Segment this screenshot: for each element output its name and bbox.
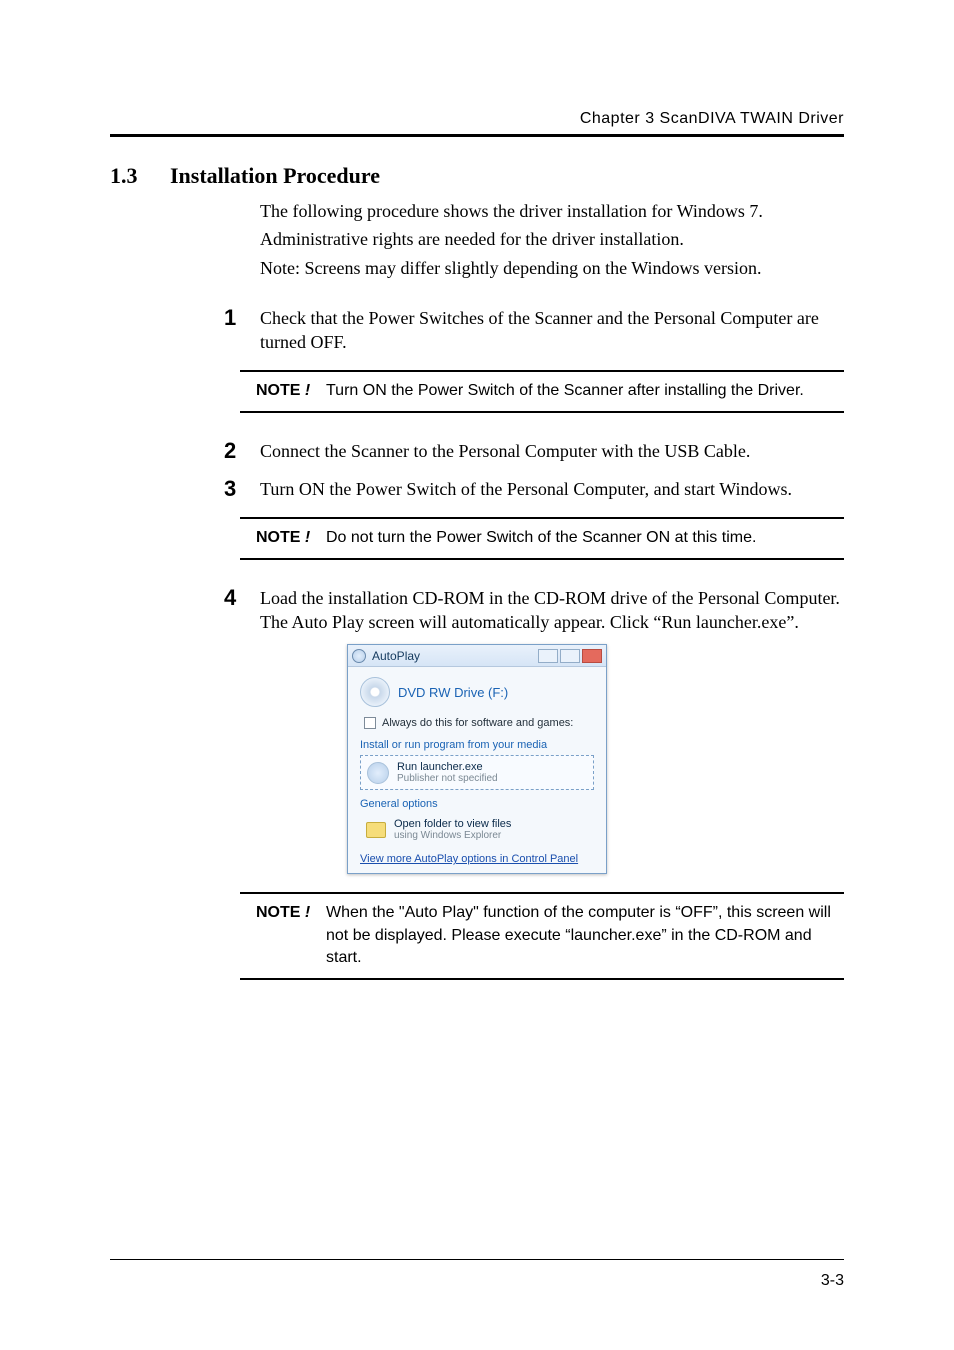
header-rule <box>110 134 844 137</box>
autoplay-open-title: Open folder to view files <box>394 818 511 830</box>
note-line: NOTE ! When the "Auto Play" function of … <box>240 894 844 977</box>
intro-block: The following procedure shows the driver… <box>260 199 844 280</box>
step-text: Load the installation CD-ROM in the CD-R… <box>260 586 844 635</box>
note-line: NOTE ! Turn ON the Power Switch of the S… <box>240 372 844 410</box>
autoplay-run-launcher[interactable]: Run launcher.exe Publisher not specified <box>360 755 594 790</box>
step-row: 1 Check that the Power Switches of the S… <box>224 306 844 355</box>
autoplay-always-row: Always do this for software and games: <box>364 717 594 729</box>
autoplay-run-labels: Run launcher.exe Publisher not specified <box>397 761 498 784</box>
autoplay-open-labels: Open folder to view files using Windows … <box>394 818 511 841</box>
step-row: 4 Load the installation CD-ROM in the CD… <box>224 586 844 635</box>
note-box: NOTE ! When the "Auto Play" function of … <box>240 892 844 979</box>
autoplay-more-link[interactable]: View more AutoPlay options in Control Pa… <box>360 853 578 865</box>
note-rule <box>240 558 844 560</box>
note-rule <box>240 411 844 413</box>
autoplay-window: AutoPlay DVD RW Drive (F:) Always do thi… <box>347 644 607 874</box>
section-heading: 1.3 Installation Procedure <box>110 163 844 189</box>
note-box: NOTE ! Do not turn the Power Switch of t… <box>240 517 844 559</box>
intro-line: The following procedure shows the driver… <box>260 199 844 223</box>
step-row: 3 Turn ON the Power Switch of the Person… <box>224 477 844 501</box>
step-number: 1 <box>224 306 260 355</box>
autoplay-open-sub: using Windows Explorer <box>394 830 511 841</box>
note-text: Do not turn the Power Switch of the Scan… <box>326 527 844 549</box>
autoplay-always-checkbox[interactable] <box>364 717 376 729</box>
note-box: NOTE ! Turn ON the Power Switch of the S… <box>240 370 844 412</box>
page: Chapter 3 ScanDIVA TWAIN Driver 1.3 Inst… <box>0 0 954 1350</box>
autoplay-screenshot: AutoPlay DVD RW Drive (F:) Always do thi… <box>110 644 844 874</box>
window-controls <box>538 649 602 663</box>
autoplay-app-icon <box>352 649 366 663</box>
autoplay-drive-row: DVD RW Drive (F:) <box>360 677 594 707</box>
autoplay-run-sub: Publisher not specified <box>397 773 498 784</box>
page-number: 3-3 <box>821 1272 844 1290</box>
autoplay-run-title: Run launcher.exe <box>397 761 498 773</box>
note-label: NOTE ! <box>256 380 326 402</box>
step-number: 4 <box>224 586 260 635</box>
intro-line: Note: Screens may differ slightly depend… <box>260 256 844 280</box>
note-rule <box>240 978 844 980</box>
minimize-button[interactable] <box>538 649 558 663</box>
autoplay-section-general: General options <box>360 798 594 810</box>
step-row: 2 Connect the Scanner to the Personal Co… <box>224 439 844 463</box>
maximize-button[interactable] <box>560 649 580 663</box>
note-label: NOTE ! <box>256 527 326 549</box>
installer-icon <box>367 762 389 784</box>
footer-rule <box>110 1259 844 1260</box>
note-text: When the "Auto Play" function of the com… <box>326 902 844 969</box>
page-header: Chapter 3 ScanDIVA TWAIN Driver <box>110 110 844 128</box>
folder-icon <box>366 822 386 838</box>
step-number: 2 <box>224 439 260 463</box>
step-number: 3 <box>224 477 260 501</box>
autoplay-drive-label: DVD RW Drive (F:) <box>398 685 508 700</box>
autoplay-open-folder[interactable]: Open folder to view files using Windows … <box>360 814 594 847</box>
section-title: Installation Procedure <box>170 163 380 189</box>
step-text: Check that the Power Switches of the Sca… <box>260 306 844 355</box>
step-text: Turn ON the Power Switch of the Personal… <box>260 477 844 501</box>
disc-icon <box>360 677 390 707</box>
autoplay-section-install: Install or run program from your media <box>360 739 594 751</box>
note-line: NOTE ! Do not turn the Power Switch of t… <box>240 519 844 557</box>
autoplay-titlebar: AutoPlay <box>348 645 606 667</box>
note-text: Turn ON the Power Switch of the Scanner … <box>326 380 844 402</box>
autoplay-title: AutoPlay <box>372 649 538 663</box>
step-text: Connect the Scanner to the Personal Comp… <box>260 439 844 463</box>
intro-line: Administrative rights are needed for the… <box>260 227 844 251</box>
section-number: 1.3 <box>110 163 170 189</box>
note-label: NOTE ! <box>256 902 326 969</box>
autoplay-always-label: Always do this for software and games: <box>382 717 573 729</box>
autoplay-body: DVD RW Drive (F:) Always do this for sof… <box>348 667 606 873</box>
close-button[interactable] <box>582 649 602 663</box>
